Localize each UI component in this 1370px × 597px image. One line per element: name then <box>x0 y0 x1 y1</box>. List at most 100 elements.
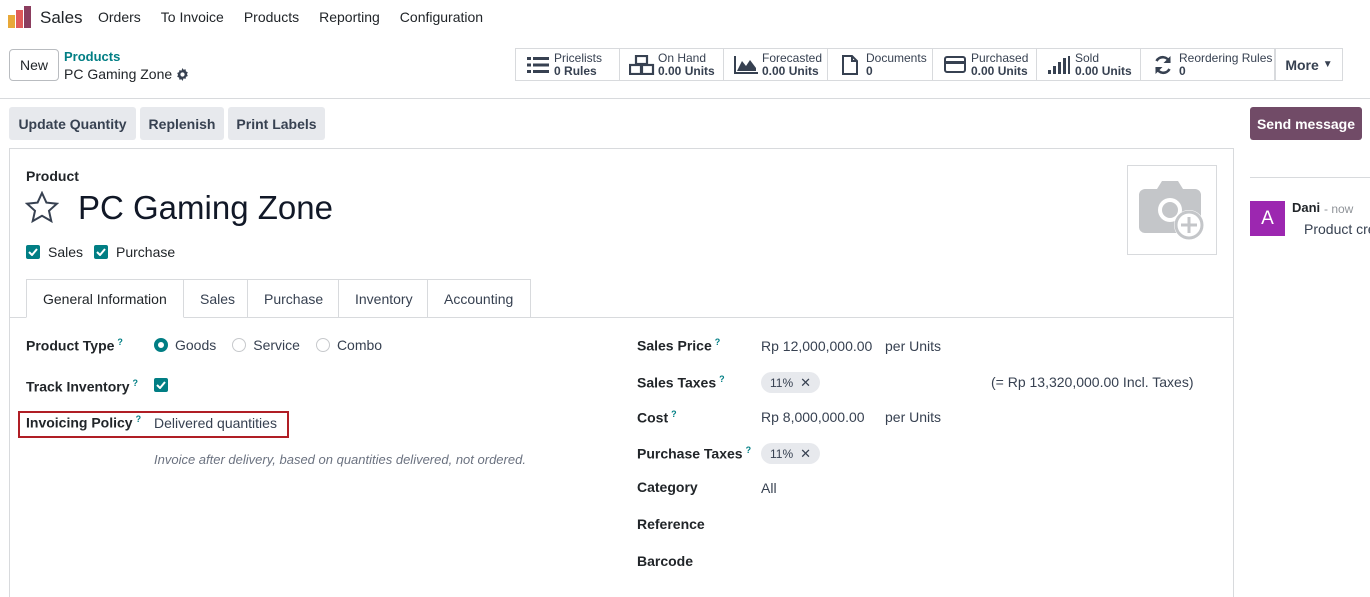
message-time: - now <box>1324 202 1354 216</box>
reference-label: Reference <box>637 516 705 532</box>
purchased-value: 0.00 <box>971 63 995 78</box>
menu-orders[interactable]: Orders <box>88 9 151 25</box>
purchase-taxes-label: Purchase Taxes? <box>637 445 752 462</box>
radio-combo-label: Combo <box>336 337 383 353</box>
tab-purchase[interactable]: Purchase <box>248 279 339 318</box>
radio-goods[interactable] <box>154 338 168 352</box>
purchase-checkbox-label: Purchase <box>116 244 176 260</box>
cost-input[interactable]: Rp 8,000,000.00 <box>761 409 865 425</box>
sales-app-logo-icon[interactable] <box>8 6 32 28</box>
message-body: Product created <box>1304 221 1370 237</box>
invoicing-policy-select[interactable]: Delivered quantities <box>154 415 277 431</box>
sales-price-label: Sales Price? <box>637 337 721 354</box>
help-tooltip-icon[interactable]: ? <box>719 374 725 384</box>
send-message-button[interactable]: Send message <box>1250 107 1362 140</box>
menu-configuration[interactable]: Configuration <box>390 9 493 25</box>
avatar[interactable]: A <box>1250 201 1285 236</box>
smart-button-on-hand[interactable]: On Hand 0.00 Units <box>619 48 724 81</box>
smart-button-reordering-rules[interactable]: Reordering Rules 0 <box>1140 48 1275 81</box>
refresh-icon <box>1150 54 1176 76</box>
documents-label: Documents <box>866 50 927 65</box>
control-panel: New Products PC Gaming Zone Pricelists 0 … <box>0 36 1370 99</box>
remove-tag-icon[interactable]: ✕ <box>800 375 811 391</box>
product-image-upload[interactable] <box>1127 165 1217 255</box>
reordering-rules-value: 0 <box>1179 63 1186 78</box>
caret-down-icon: ▼ <box>1322 59 1333 70</box>
product-type-label: Product Type? <box>26 337 123 354</box>
smart-button-sold[interactable]: Sold 0.00 Units <box>1036 48 1141 81</box>
pricelists-value: 0 <box>554 63 561 78</box>
more-button[interactable]: More ▼ <box>1275 48 1343 81</box>
gear-icon[interactable] <box>176 67 189 81</box>
sales-taxes-label: Sales Taxes? <box>637 374 725 391</box>
menu-to-invoice[interactable]: To Invoice <box>151 9 234 25</box>
menu-reporting[interactable]: Reporting <box>309 9 390 25</box>
print-labels-button[interactable]: Print Labels <box>228 107 325 140</box>
camera-add-icon <box>1139 181 1204 240</box>
product-name-field[interactable]: PC Gaming Zone <box>78 189 333 227</box>
invoicing-policy-label: Invoicing Policy? <box>26 414 142 431</box>
message-author[interactable]: Dani <box>1292 200 1320 215</box>
tab-inventory[interactable]: Inventory <box>339 279 428 318</box>
smart-button-forecasted[interactable]: Forecasted 0.00 Units <box>723 48 828 81</box>
credit-card-icon <box>942 54 968 76</box>
product-type-radio-group: Goods Service Combo <box>154 337 382 353</box>
remove-tag-icon[interactable]: ✕ <box>800 446 811 462</box>
radio-service[interactable] <box>232 338 247 352</box>
list-icon <box>525 54 551 76</box>
sold-unit: Units <box>1101 63 1132 78</box>
purchase-tax-tag[interactable]: 11% ✕ <box>761 443 821 464</box>
more-label: More <box>1285 56 1319 73</box>
breadcrumb-current: PC Gaming Zone <box>64 66 173 82</box>
on-hand-value: 0.00 <box>658 63 682 78</box>
area-chart-icon <box>733 54 759 76</box>
document-icon <box>837 54 863 76</box>
sold-value: 0.00 <box>1075 63 1099 78</box>
tab-accounting[interactable]: Accounting <box>428 279 531 318</box>
can-be-sold-checkbox[interactable]: Sales <box>26 244 83 260</box>
signal-icon <box>1046 54 1072 76</box>
help-tooltip-icon[interactable]: ? <box>133 378 139 388</box>
sales-price-uom: per Units <box>885 338 942 354</box>
breadcrumb-products[interactable]: Products <box>64 49 120 64</box>
help-tooltip-icon[interactable]: ? <box>746 445 752 455</box>
radio-service-label: Service <box>253 337 300 353</box>
checkmark-icon[interactable] <box>26 245 40 259</box>
track-inventory-checkbox[interactable] <box>154 378 168 392</box>
radio-combo[interactable] <box>315 338 330 352</box>
cubes-icon <box>629 54 655 76</box>
checkmark-icon[interactable] <box>94 245 108 259</box>
notebook-tabs: General Information Sales Purchase Inven… <box>26 279 531 318</box>
purchase-tax-tag-label: 11% <box>770 446 794 461</box>
help-tooltip-icon[interactable]: ? <box>715 337 721 347</box>
update-quantity-button[interactable]: Update Quantity <box>9 107 136 140</box>
track-inventory-label: Track Inventory? <box>26 378 138 395</box>
smart-button-purchased[interactable]: Purchased 0.00 Units <box>932 48 1037 81</box>
can-be-purchased-checkbox[interactable]: Purchase <box>94 244 175 260</box>
forecasted-value: 0.00 <box>762 63 786 78</box>
breadcrumb: PC Gaming Zone <box>64 66 189 82</box>
app-name[interactable]: Sales <box>40 8 83 28</box>
forecasted-unit: Units <box>788 63 819 78</box>
help-tooltip-icon[interactable]: ? <box>671 409 677 419</box>
price-incl-taxes: (= Rp 13,320,000.00 Incl. Taxes) <box>991 374 1194 390</box>
smart-button-documents[interactable]: Documents 0 <box>827 48 933 81</box>
replenish-button[interactable]: Replenish <box>140 107 224 140</box>
sales-checkbox-label: Sales <box>48 244 84 260</box>
tab-general-information[interactable]: General Information <box>26 279 184 318</box>
new-button[interactable]: New <box>9 49 59 81</box>
pricelists-unit: Rules <box>564 63 597 78</box>
smart-button-pricelists[interactable]: Pricelists 0 Rules <box>515 48 620 81</box>
favorite-star-icon[interactable] <box>25 191 59 224</box>
sales-tax-tag[interactable]: 11% ✕ <box>761 372 821 393</box>
help-tooltip-icon[interactable]: ? <box>136 414 142 424</box>
tab-sales[interactable]: Sales <box>184 279 248 318</box>
barcode-label: Barcode <box>637 553 694 569</box>
menu-products[interactable]: Products <box>234 9 309 25</box>
sales-price-input[interactable]: Rp 12,000,000.00 <box>761 338 872 354</box>
help-tooltip-icon[interactable]: ? <box>117 337 123 347</box>
category-select[interactable]: All <box>761 480 777 496</box>
sales-tax-tag-label: 11% <box>770 375 794 390</box>
top-navbar: Sales Orders To Invoice Products Reporti… <box>0 0 1370 36</box>
category-label: Category <box>637 479 698 495</box>
